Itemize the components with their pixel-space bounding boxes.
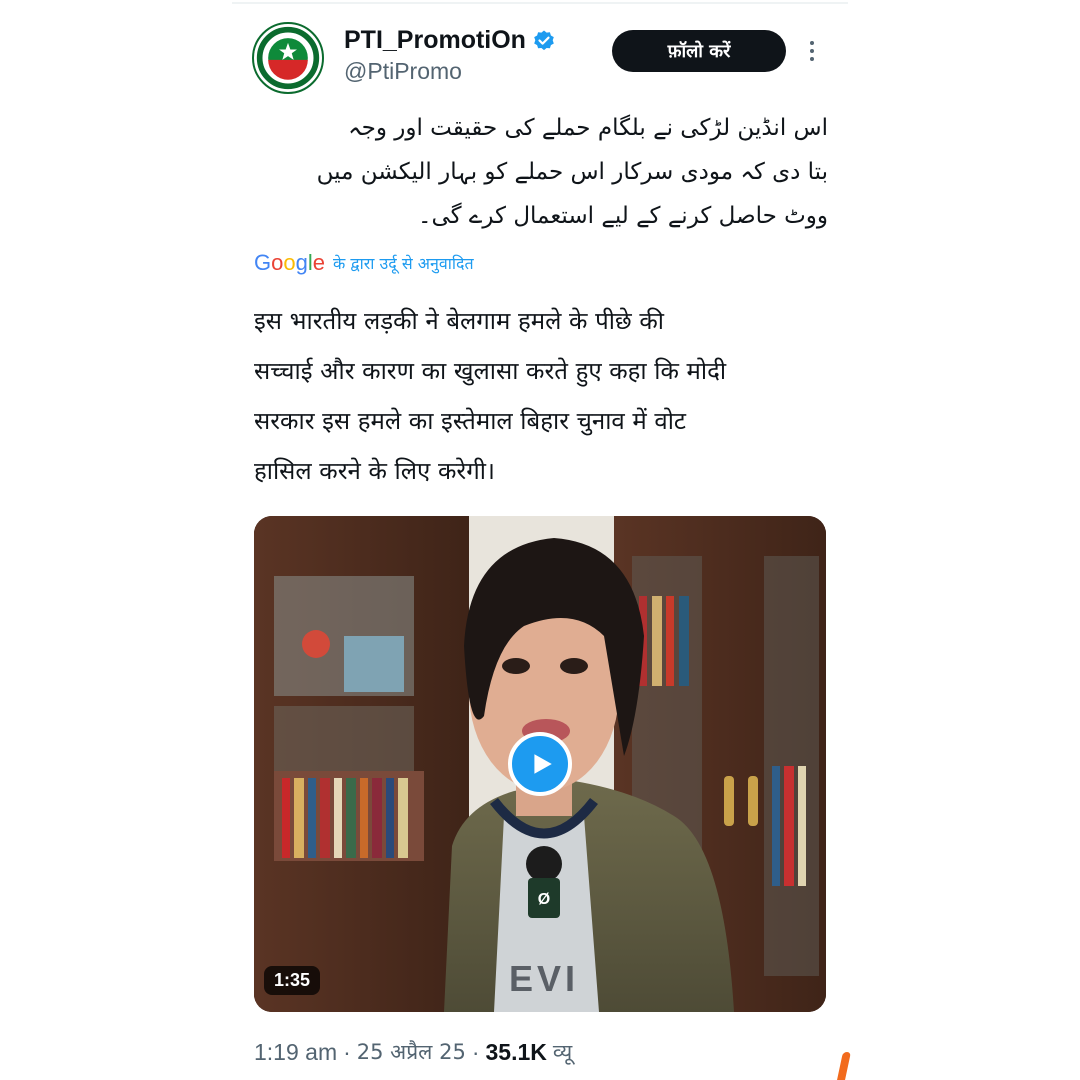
urdu-line: بتا دی کہ مودی سرکار اس حملے کو بہار الی… <box>316 159 828 185</box>
author-name-row: PTI_PromotiOn <box>344 26 556 55</box>
urdu-line: اس انڈین لڑکی نے بلگام حملے کی حقیقت اور… <box>348 115 828 141</box>
follow-button[interactable]: फ़ॉलो करें <box>612 30 786 72</box>
svg-text:Ø: Ø <box>538 891 550 908</box>
shirt-print: EVI <box>509 958 579 999</box>
translation-attribution[interactable]: Google के द्वारा उर्दू से अनुवादित <box>254 250 474 276</box>
top-divider <box>232 2 848 4</box>
author-display-name[interactable]: PTI_PromotiOn <box>344 26 526 55</box>
urdu-line: ووٹ حاصل کرنے کے لیے استعمال کرے گی۔ <box>417 203 828 229</box>
post-header: PTI_PromotiOn @PtiPromo फ़ॉलो करें <box>252 22 832 98</box>
meta-separator: · <box>343 1038 351 1065</box>
hindi-line: सरकार इस हमले का इस्तेमाल बिहार चुनाव मे… <box>254 407 687 435</box>
video-player[interactable]: Ø EVI 1:35 <box>254 516 826 1012</box>
verified-badge-icon <box>534 30 554 50</box>
hindi-line: इस भारतीय लड़की ने बेलगाम हमले के पीछे क… <box>254 307 665 335</box>
post-date[interactable]: 25 अप्रैल 25 <box>357 1038 466 1066</box>
author-handle[interactable]: @PtiPromo <box>344 58 462 85</box>
views-label: व्यू <box>552 1040 573 1064</box>
play-button[interactable] <box>508 732 572 796</box>
hindi-line: सच्चाई और कारण का खुलासा करते हुए कहा कि… <box>254 357 727 385</box>
translation-label: के द्वारा उर्दू से अनुवादित <box>333 254 474 273</box>
author-avatar[interactable] <box>252 22 324 94</box>
edge-decoration <box>837 1052 851 1080</box>
post-text-urdu: اس انڈین لڑکی نے بلگام حملے کی حقیقت اور… <box>262 106 828 238</box>
video-duration: 1:35 <box>264 966 321 995</box>
views-count: 35.1K <box>485 1038 547 1065</box>
post-text-hindi: इस भारतीय लड़की ने बेलगाम हमले के पीछे क… <box>254 296 844 496</box>
meta-separator: · <box>471 1038 480 1065</box>
more-options-icon[interactable] <box>800 36 824 66</box>
google-logo: Google <box>254 250 326 275</box>
post-time[interactable]: 1:19 am <box>254 1039 337 1066</box>
pti-flag-logo-icon <box>255 25 321 91</box>
post-meta: 1:19 am · 25 अप्रैल 25 · 35.1K व्यू <box>254 1038 572 1066</box>
play-icon <box>534 754 552 774</box>
hindi-line: हासिल करने के लिए करेगी। <box>254 457 496 485</box>
